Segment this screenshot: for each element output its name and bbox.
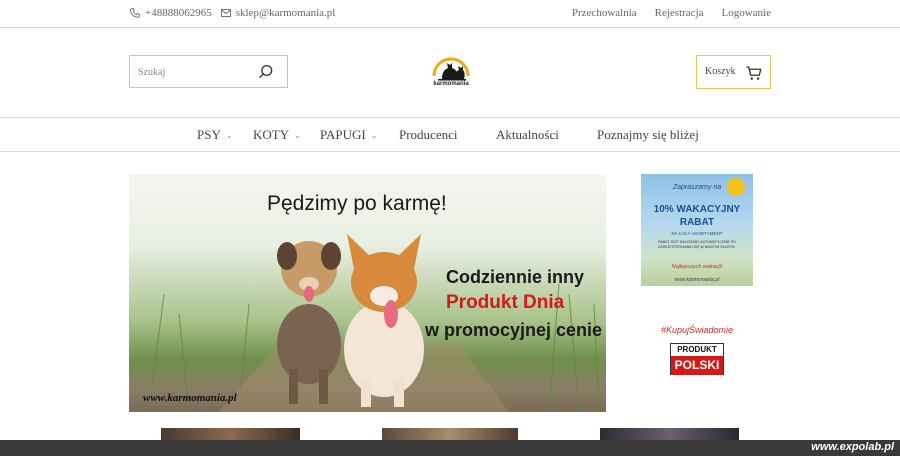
produkt-polski-badge[interactable]: PRODUKT POLSKI [670,343,724,375]
promo-intro: Zapraszamy na [672,184,722,191]
promo-title: 10% WAKACYJNY RABAT [641,203,753,229]
nav-item-papugi[interactable]: PAPUGI ⌄ [320,127,377,143]
link-przechowalnia[interactable]: Przechowalnia [572,7,637,19]
nav-label: KOTY [253,127,290,142]
nav-item-aktualnosci[interactable]: Aktualności [496,127,559,143]
chevron-down-icon: ⌄ [294,131,301,140]
main-nav: PSY ⌄ KOTY ⌄ PAPUGI ⌄ Producenci Aktualnośc… [0,118,900,152]
promo-url: www.karmomania.pl [674,277,720,283]
chevron-down-icon: ⌄ [370,131,378,140]
search-icon[interactable] [257,63,275,81]
badge-top: PRODUKT [677,345,717,354]
nav-item-poznajmy[interactable]: Poznajmy się bliżej [597,127,699,143]
nav-label: Producenci [399,127,458,142]
hero-line-2: Produkt Dnia [446,292,565,313]
link-logowanie[interactable]: Logowanie [722,7,771,19]
badge-bottom: POLSKI [671,356,723,375]
phone-icon [130,8,140,18]
logo[interactable]: karmomania [430,50,472,90]
promo-banner[interactable]: Zapraszamy na 10% WAKACYJNY RABAT NA CAŁY… [641,174,753,286]
chevron-down-icon: ⌄ [225,131,233,140]
header: karmomania Koszyk [0,28,900,118]
promo-note: RABAT JEST NALICZANY AUTOMATYCZNIE PO ZA… [658,240,736,249]
logo-text: karmomania [433,81,469,87]
watermark-bar: www.expolab.pl [0,440,900,456]
nav-label: PAPUGI [320,127,366,142]
hero-headline: Pędzimy po karmę! [267,192,447,215]
nav-label: Poznajmy się bliżej [597,127,699,142]
cart-icon [746,66,762,80]
search-input[interactable] [138,64,248,80]
nav-item-producenci[interactable]: Producenci [399,127,457,143]
top-bar: +48888062965 sklep@karmomania.pl Przecho… [0,0,900,28]
mail-icon [220,9,231,17]
promo-title-line2: RABAT [679,217,715,228]
contact-info: +48888062965 sklep@karmomania.pl [129,7,335,19]
promo-wish: Najlepszych wakacji! [671,264,723,270]
cart-label: Koszyk [705,66,736,77]
hero-line-1: Codziennie inny [446,267,585,287]
logo-icon [432,57,470,81]
hero-banner[interactable]: Pędzimy po karmę! Codziennie inny Produk… [129,174,606,412]
hero-line-3: w promocyjnej cenie [425,320,603,340]
account-links: Przechowalnia Rejestracja Logowanie [572,7,771,19]
hero-url: www.karmomania.pl [143,392,237,404]
hashtag-label: #KupujŚwiadomie [661,325,734,335]
promo-title-line1: 10% WAKACYJNY [653,204,741,215]
nav-item-koty[interactable]: KOTY ⌄ [253,127,301,143]
search-box [129,55,288,88]
nav-item-psy[interactable]: PSY ⌄ [197,127,233,143]
watermark-text: www.expolab.pl [811,441,894,453]
email-link[interactable]: sklep@karmomania.pl [236,7,336,19]
promo-scope: NA CAŁY ASORTYMENT [671,231,723,236]
nav-label: PSY [197,127,221,142]
phone-link[interactable]: +48888062965 [145,7,212,19]
cart-button[interactable]: Koszyk [696,55,771,89]
link-rejestracja[interactable]: Rejestracja [655,7,704,19]
nav-label: Aktualności [496,127,559,142]
